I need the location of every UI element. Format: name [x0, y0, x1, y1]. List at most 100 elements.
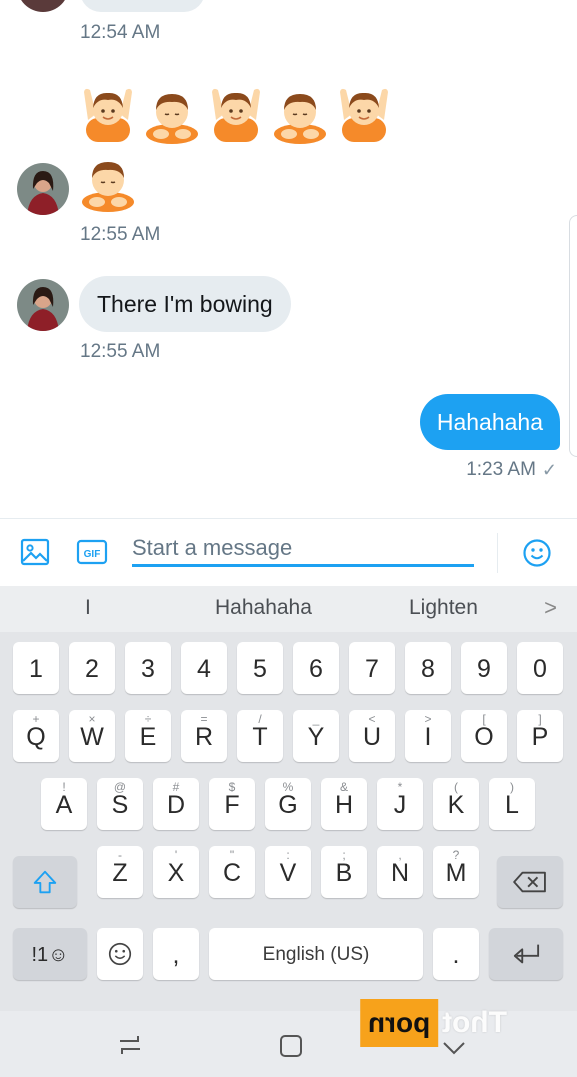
- message-timestamp: 12:55 AM: [80, 341, 161, 362]
- key-n[interactable]: ,N: [377, 846, 423, 898]
- enter-key[interactable]: [489, 928, 563, 980]
- suggestion-item[interactable]: I: [85, 596, 91, 620]
- key-3[interactable]: 3: [125, 642, 171, 694]
- key-label: Z: [112, 859, 128, 887]
- key-t[interactable]: / T: [237, 710, 283, 762]
- key-j[interactable]: * J: [377, 778, 423, 830]
- message-bubble[interactable]: [80, 0, 205, 12]
- key-secondary: ÷: [144, 712, 152, 726]
- smiley-icon[interactable]: [522, 538, 552, 568]
- key-y[interactable]: _ Y: [293, 710, 339, 762]
- key-m[interactable]: ? M: [433, 846, 479, 898]
- chevron-right-icon[interactable]: >: [544, 595, 557, 621]
- avatar[interactable]: [17, 279, 69, 331]
- key-label: U: [362, 723, 382, 751]
- key-0[interactable]: 0: [517, 642, 563, 694]
- key-w[interactable]: × W: [69, 710, 115, 762]
- key-label: T: [252, 723, 268, 751]
- key-label: A: [55, 791, 73, 819]
- key-secondary: -: [118, 848, 122, 862]
- key-r[interactable]: = R: [181, 710, 227, 762]
- key-q[interactable]: + Q: [13, 710, 59, 762]
- message-bubble-outgoing[interactable]: Hahahaha: [419, 394, 560, 450]
- key-label: S: [111, 791, 129, 819]
- key-o[interactable]: [O: [461, 710, 507, 762]
- key-4[interactable]: 4: [181, 642, 227, 694]
- scrollbar[interactable]: [569, 215, 577, 457]
- key-secondary: ?: [452, 848, 460, 862]
- person-bowing-icon[interactable]: [80, 152, 136, 212]
- key-8[interactable]: 8: [405, 642, 451, 694]
- key-s[interactable]: @ S: [97, 778, 143, 830]
- key-p[interactable]: ] P: [517, 710, 563, 762]
- gif-button[interactable]: GIF: [76, 537, 108, 567]
- key-label: W: [80, 723, 104, 751]
- key-e[interactable]: ÷ E: [125, 710, 171, 762]
- key-d[interactable]: # D: [153, 778, 199, 830]
- conversation-view[interactable]: 12:54 AM 12:55 AM There I'm bowing 12:55…: [0, 0, 577, 518]
- emoji-key[interactable]: [97, 928, 143, 980]
- shift-key[interactable]: [13, 856, 77, 908]
- key-secondary: $: [228, 780, 236, 794]
- key-9[interactable]: 9: [461, 642, 507, 694]
- recent-apps-icon[interactable]: [116, 1033, 144, 1062]
- key-g[interactable]: % G: [265, 778, 311, 830]
- key-secondary: *: [397, 780, 403, 794]
- symbols-key[interactable]: !1☺: [13, 928, 87, 980]
- key-label: L: [505, 791, 519, 819]
- key-u[interactable]: < U: [349, 710, 395, 762]
- space-key[interactable]: English (US): [209, 928, 423, 980]
- key-label: B: [335, 859, 353, 887]
- key-label: H: [334, 791, 354, 819]
- key-label: O: [474, 723, 494, 751]
- key-label: E: [139, 723, 157, 751]
- backspace-key[interactable]: [497, 856, 563, 908]
- watermark-box: porn: [360, 999, 439, 1047]
- key-label: V: [279, 859, 297, 887]
- suggestion-item[interactable]: Lighten: [409, 596, 478, 620]
- key-label: R: [194, 723, 214, 751]
- avatar[interactable]: [17, 163, 69, 215]
- watermark-text: Thot: [442, 1006, 508, 1039]
- key-label: G: [278, 791, 298, 819]
- message-timestamp-row: 1:23 AM ✓: [466, 459, 557, 481]
- key-7[interactable]: 7: [349, 642, 395, 694]
- key-f[interactable]: $ F: [209, 778, 255, 830]
- image-icon[interactable]: [20, 537, 50, 567]
- key-i[interactable]: > I: [405, 710, 451, 762]
- home-icon[interactable]: [278, 1033, 304, 1064]
- key-v[interactable]: :V: [265, 846, 311, 898]
- key-secondary: ): [510, 780, 514, 794]
- onscreen-keyboard: I Hahahaha Lighten > 1 2 3 4 5 6 7 8 9 0…: [0, 586, 577, 1011]
- key-secondary: ': [174, 848, 178, 862]
- key-6[interactable]: 6: [293, 642, 339, 694]
- key-1[interactable]: 1: [13, 642, 59, 694]
- avatar[interactable]: [17, 0, 69, 12]
- key-label: P: [531, 723, 549, 751]
- key-h[interactable]: & H: [321, 778, 367, 830]
- key-x[interactable]: ' X: [153, 846, 199, 898]
- person-raising-hands-icon: [80, 84, 136, 144]
- message-bubble-incoming[interactable]: There I'm bowing: [79, 276, 291, 332]
- suggestion-item[interactable]: Hahahaha: [215, 596, 312, 620]
- key-z[interactable]: -Z: [97, 846, 143, 898]
- key-a[interactable]: ! A: [41, 778, 87, 830]
- message-input[interactable]: [132, 531, 474, 567]
- key-5[interactable]: 5: [237, 642, 283, 694]
- comma-key[interactable]: ,: [153, 928, 199, 980]
- enter-arrow-icon: [513, 944, 540, 964]
- person-bowing-icon: [144, 84, 200, 144]
- key-k[interactable]: (K: [433, 778, 479, 830]
- key-secondary: #: [172, 780, 180, 794]
- key-2[interactable]: 2: [69, 642, 115, 694]
- key-b[interactable]: ; B: [321, 846, 367, 898]
- key-c[interactable]: " C: [209, 846, 255, 898]
- period-key[interactable]: .: [433, 928, 479, 980]
- key-secondary: ": [229, 848, 235, 862]
- person-raising-hands-icon: [208, 84, 264, 144]
- key-secondary: &: [339, 780, 348, 794]
- key-secondary: >: [424, 712, 432, 726]
- emoji-message[interactable]: [80, 84, 392, 144]
- key-secondary: <: [368, 712, 376, 726]
- key-l[interactable]: ) L: [489, 778, 535, 830]
